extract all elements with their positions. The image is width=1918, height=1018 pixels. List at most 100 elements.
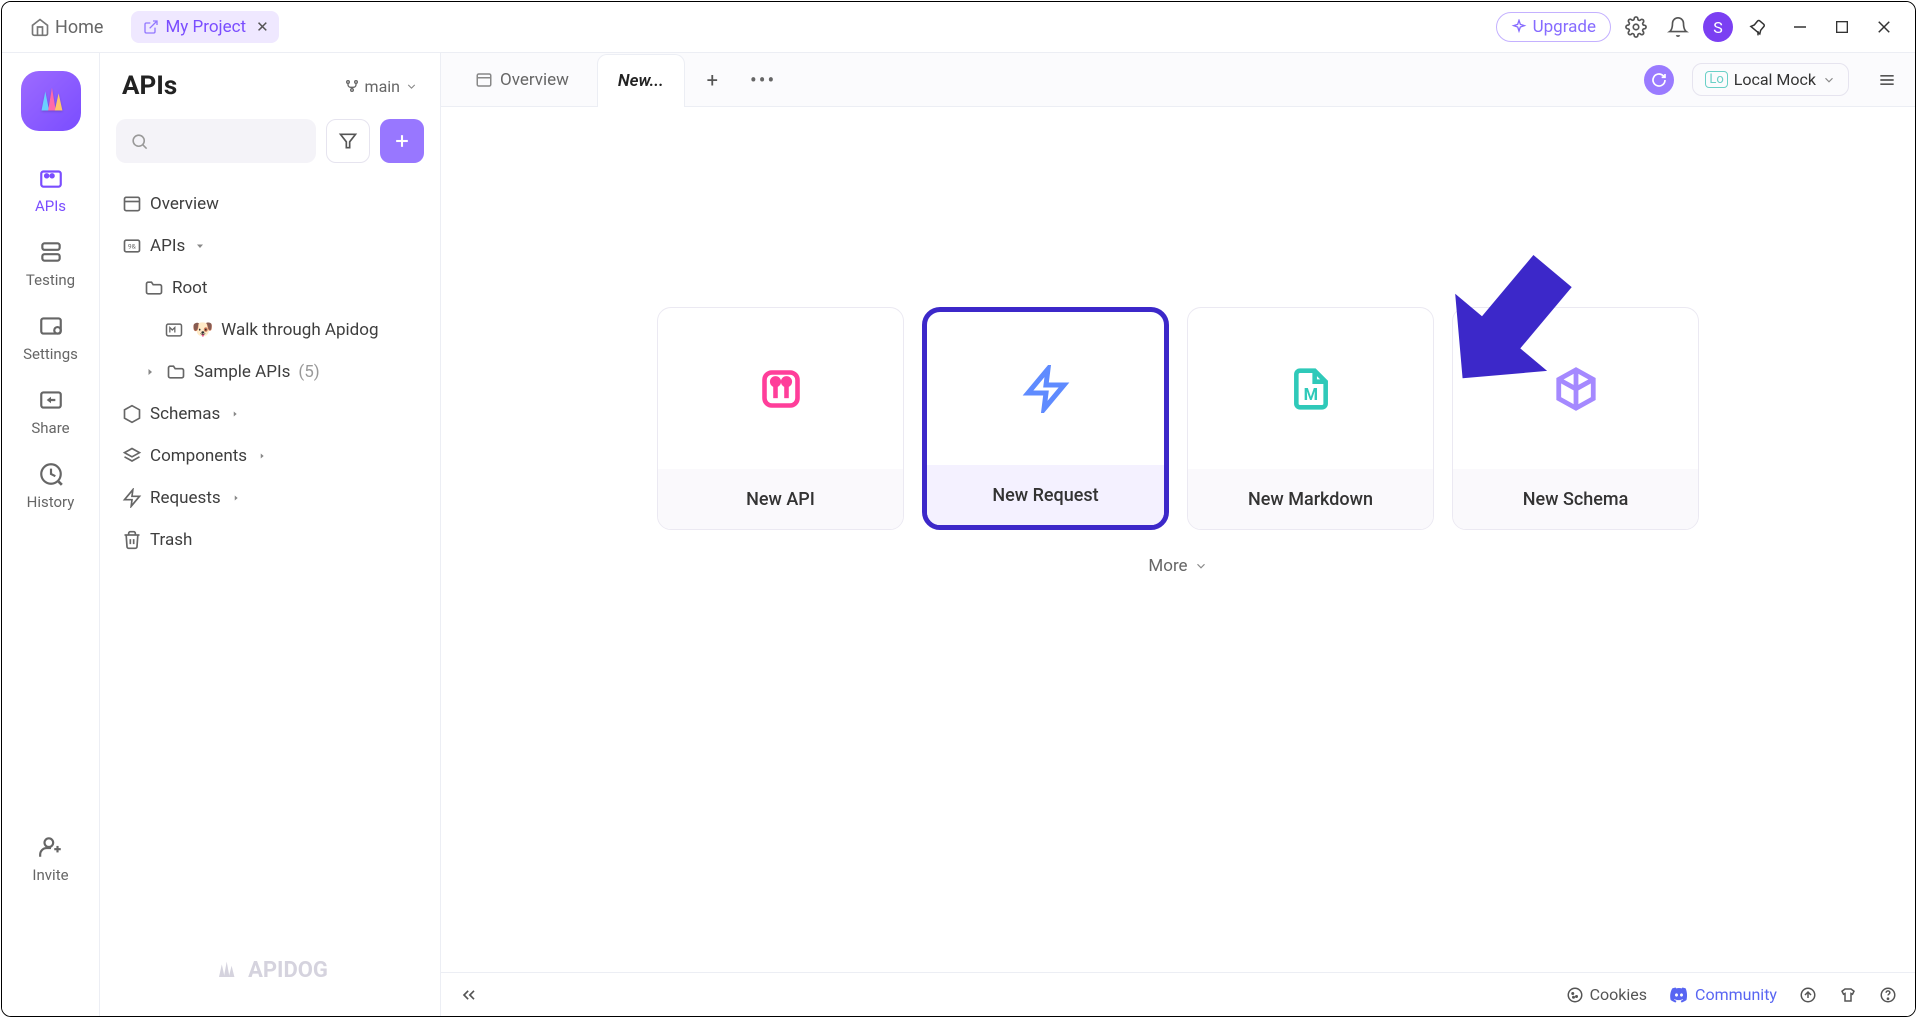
settings-icon	[38, 313, 64, 339]
card-new-markdown[interactable]: M New Markdown	[1187, 307, 1434, 530]
tab-overview[interactable]: Overview	[455, 53, 589, 106]
cookie-icon	[1566, 986, 1584, 1004]
window-maximize-icon[interactable]	[1825, 10, 1859, 44]
chevron-right-icon	[230, 409, 240, 419]
branch-selector[interactable]: main	[344, 77, 418, 96]
plus-icon	[392, 131, 412, 151]
content-tabs: Overview New... + ••• Lo Local Mock	[441, 53, 1915, 107]
tree-sample-apis[interactable]: Sample APIs (5)	[114, 351, 426, 393]
tab-more-icon[interactable]: •••	[740, 68, 786, 92]
tree-root[interactable]: Root	[114, 267, 426, 309]
brand-icon	[212, 956, 240, 984]
nav-rail: APIs Testing Settings Share History Invi…	[2, 53, 100, 1016]
sidebar-title: APIs	[122, 71, 177, 101]
bottombar: Cookies Community	[441, 972, 1915, 1016]
tree-schemas-label: Schemas	[150, 404, 220, 424]
user-avatar[interactable]: S	[1703, 12, 1733, 42]
svg-text:9&: 9&	[128, 243, 137, 251]
tab-new-label: New...	[618, 71, 664, 91]
home-tab[interactable]: Home	[16, 9, 117, 46]
chevron-right-icon	[144, 366, 158, 378]
tshirt-icon[interactable]	[1839, 986, 1857, 1004]
sparkle-icon	[1511, 19, 1527, 35]
project-tab[interactable]: My Project ✕	[131, 11, 278, 43]
rail-invite[interactable]: Invite	[2, 822, 99, 896]
folder-icon	[166, 362, 186, 382]
branch-icon	[344, 78, 360, 94]
close-project-icon[interactable]: ✕	[256, 18, 269, 36]
tree-apis[interactable]: 9& APIs	[114, 225, 426, 267]
sidebar-search[interactable]	[116, 119, 316, 163]
markdown-file-icon: M	[1289, 367, 1333, 411]
menu-icon[interactable]	[1867, 64, 1907, 96]
tree-requests[interactable]: Requests	[114, 477, 426, 519]
new-api-icon	[759, 367, 803, 411]
tab-overview-label: Overview	[500, 70, 569, 90]
rail-history-label: History	[27, 493, 75, 511]
rail-apis[interactable]: APIs	[2, 153, 99, 227]
rail-history[interactable]: History	[2, 449, 99, 523]
tree-sample-count: (5)	[298, 362, 319, 382]
testing-icon	[38, 239, 64, 265]
share-icon	[38, 387, 64, 413]
rail-invite-label: Invite	[32, 866, 68, 884]
topbar: Home My Project ✕ Upgrade S	[2, 2, 1915, 53]
settings-gear-icon[interactable]	[1619, 10, 1653, 44]
sidebar: APIs main Overview 9& APIs Root	[100, 53, 441, 1016]
tree-root-label: Root	[172, 278, 207, 298]
collapse-sidebar-icon[interactable]	[459, 985, 479, 1005]
filter-button[interactable]	[326, 119, 370, 163]
tree-components[interactable]: Components	[114, 435, 426, 477]
cookies-label: Cookies	[1590, 985, 1647, 1004]
avatar-letter: S	[1713, 18, 1723, 37]
svg-text:M: M	[1303, 386, 1317, 405]
rail-settings[interactable]: Settings	[2, 301, 99, 375]
environment-selector[interactable]: Lo Local Mock	[1692, 63, 1849, 96]
card-new-request-label: New Request	[992, 485, 1098, 506]
sidebar-brand: APIDOG	[100, 932, 440, 1016]
env-refresh-button[interactable]	[1644, 65, 1674, 95]
tree-schemas[interactable]: Schemas	[114, 393, 426, 435]
history-icon	[38, 461, 64, 487]
card-new-api[interactable]: New API	[657, 307, 904, 530]
env-prefix: Lo	[1705, 71, 1727, 88]
brand-label: APIDOG	[248, 958, 328, 983]
invite-icon	[38, 834, 64, 860]
overview-tab-icon	[475, 71, 493, 89]
tab-new[interactable]: New...	[597, 54, 685, 107]
cookies-link[interactable]: Cookies	[1566, 985, 1647, 1004]
annotation-arrow	[1414, 217, 1614, 417]
window-minimize-icon[interactable]	[1783, 10, 1817, 44]
app-logo[interactable]	[21, 71, 81, 131]
apis-icon	[38, 165, 64, 191]
community-label: Community	[1695, 985, 1777, 1004]
pin-icon[interactable]	[1741, 10, 1775, 44]
trash-icon	[122, 530, 142, 550]
tree-components-label: Components	[150, 446, 247, 466]
tree-overview[interactable]: Overview	[114, 183, 426, 225]
add-tab-button[interactable]: +	[693, 68, 732, 92]
tree-walkthrough-label: Walk through Apidog	[221, 320, 378, 340]
tree-trash[interactable]: Trash	[114, 519, 426, 561]
community-link[interactable]: Community	[1669, 985, 1777, 1005]
more-button[interactable]: More	[1148, 556, 1207, 576]
discord-icon	[1669, 985, 1689, 1005]
tree-apis-label: APIs	[150, 236, 185, 256]
bell-icon[interactable]	[1661, 10, 1695, 44]
card-new-request[interactable]: New Request	[922, 307, 1169, 530]
rail-share[interactable]: Share	[2, 375, 99, 449]
tree-sample-label: Sample APIs	[194, 362, 290, 382]
help-icon[interactable]	[1879, 986, 1897, 1004]
components-icon	[122, 446, 142, 466]
window-close-icon[interactable]	[1867, 10, 1901, 44]
upgrade-button[interactable]: Upgrade	[1496, 12, 1611, 42]
overview-icon	[122, 194, 142, 214]
chevron-down-icon	[405, 80, 418, 93]
env-label: Local Mock	[1734, 70, 1816, 89]
upload-icon[interactable]	[1799, 986, 1817, 1004]
tree-walkthrough[interactable]: 🐶 Walk through Apidog	[114, 309, 426, 351]
search-icon	[130, 132, 149, 151]
rail-testing[interactable]: Testing	[2, 227, 99, 301]
add-button[interactable]	[380, 119, 424, 163]
project-tab-label: My Project	[165, 17, 246, 37]
